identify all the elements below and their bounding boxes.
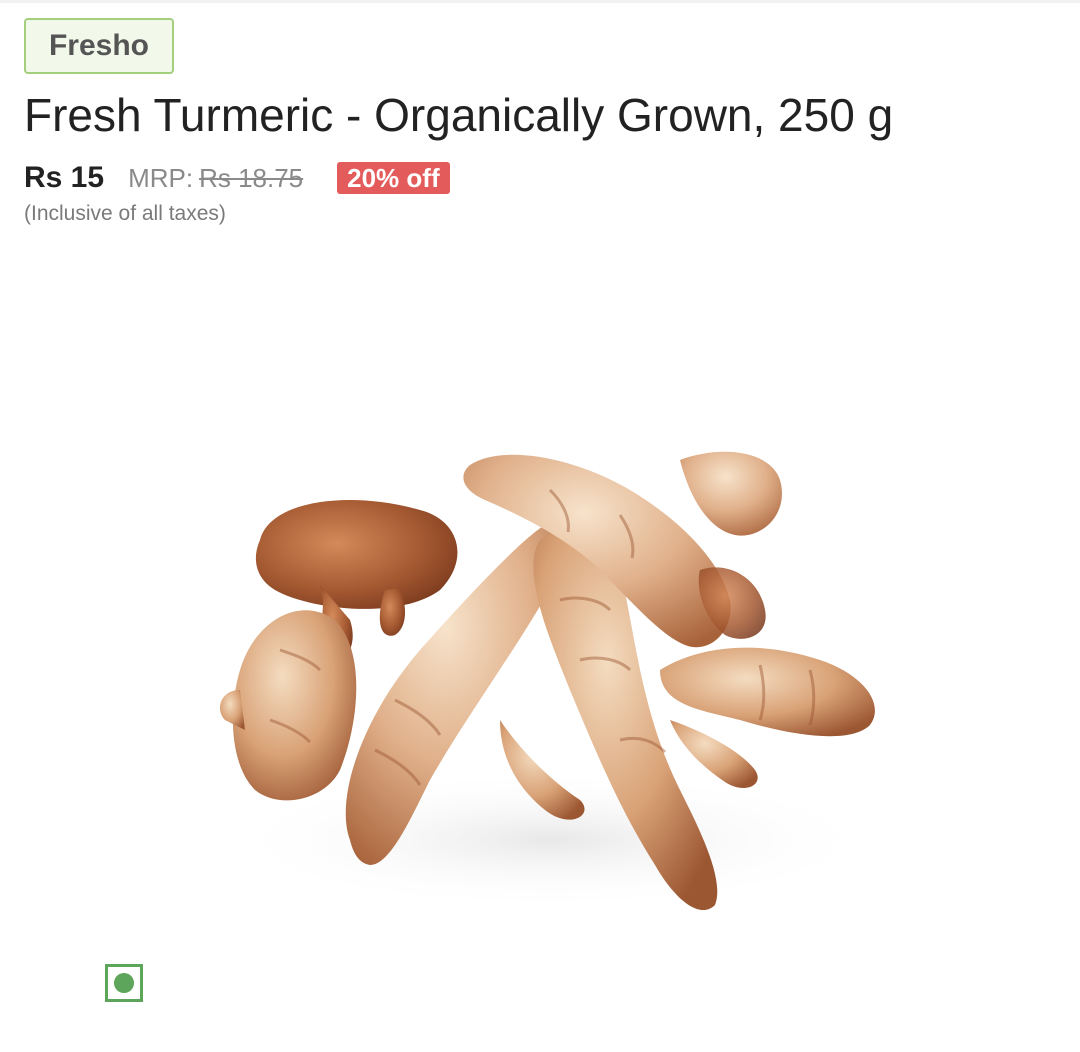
product-title: Fresh Turmeric - Organically Grown, 250 … <box>24 89 894 141</box>
price-row: Rs 15 MRP: Rs 18.75 20% off <box>24 158 450 198</box>
top-divider <box>0 0 1080 3</box>
turmeric-root <box>220 610 357 801</box>
product-detail-page: Fresho Fresh Turmeric - Organically Grow… <box>0 0 1080 1052</box>
sale-price: Rs 15 <box>24 161 105 194</box>
mrp-label: MRP: <box>128 162 194 193</box>
veg-dot <box>114 973 134 993</box>
tax-note: (Inclusive of all taxes) <box>24 202 226 225</box>
discount-badge: 20% off <box>337 162 450 194</box>
mrp: MRP: Rs 18.75 <box>128 163 303 194</box>
brand-chip[interactable]: Fresho <box>24 18 174 74</box>
brand-label: Fresho <box>48 29 150 62</box>
product-image[interactable] <box>200 420 900 940</box>
veg-indicator-icon <box>105 964 143 1002</box>
mrp-value: Rs 18.75 <box>199 162 304 193</box>
